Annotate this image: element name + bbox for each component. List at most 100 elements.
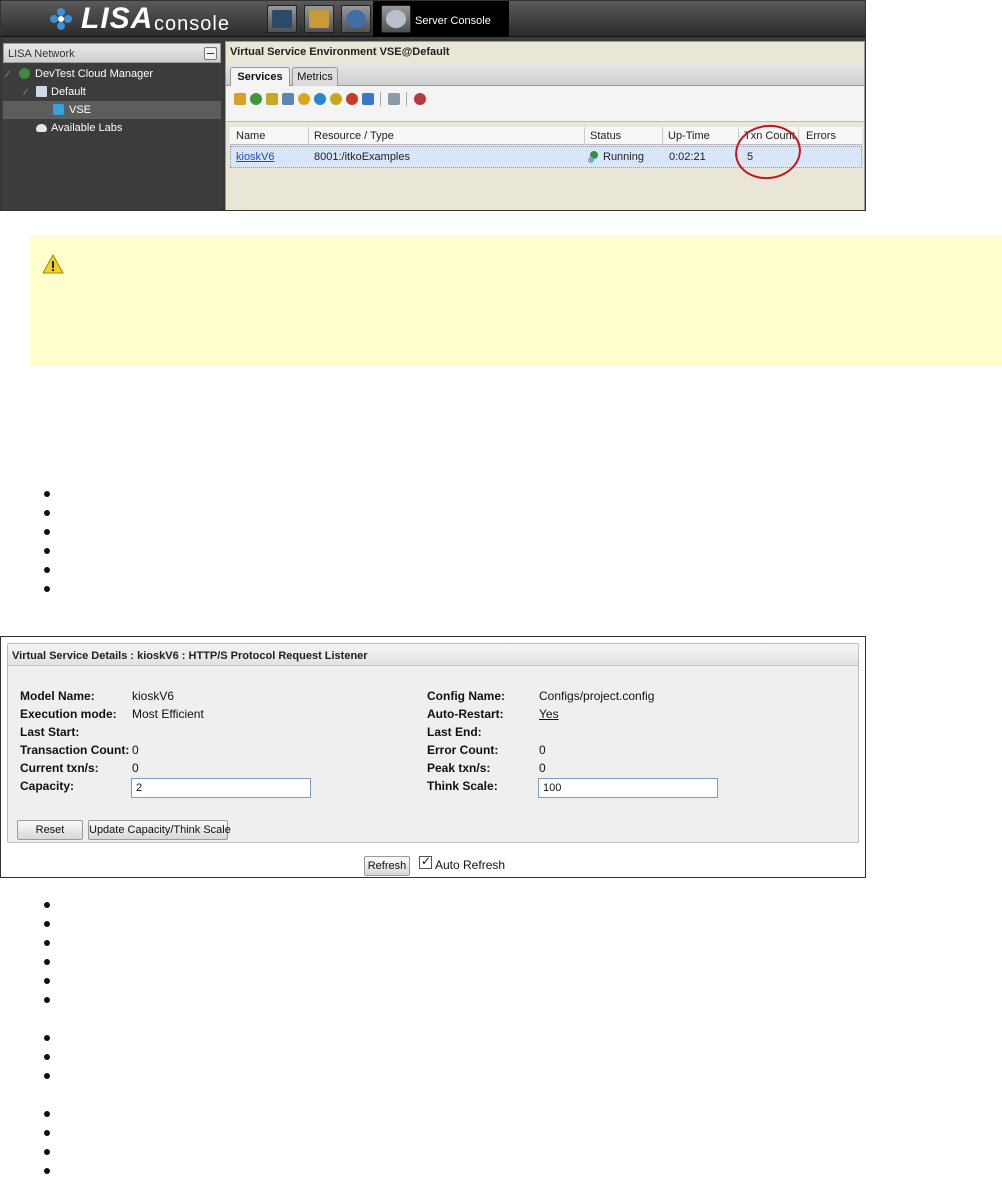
tree-expand-icon[interactable]: ∕	[7, 69, 9, 79]
lisa-console-screenshot: LISA console Server Console LISA Network…	[0, 0, 866, 211]
toolbar-hat-button[interactable]	[267, 5, 297, 33]
list-item-bullet	[44, 548, 50, 554]
lisa-logo-mark-icon	[50, 8, 72, 30]
virtual-service-details-panel: Virtual Service Details : kioskV6 : HTTP…	[7, 643, 859, 843]
toolbar-divider	[406, 92, 407, 106]
details-title: Virtual Service Details : kioskV6 : HTTP…	[12, 650, 368, 662]
stop-icon[interactable]	[330, 93, 342, 105]
auto-restart-label: Auto-Restart:	[427, 707, 504, 721]
peak-txn-label: Peak txn/s:	[427, 761, 491, 775]
lab-flask-icon	[36, 86, 47, 97]
service-resource: 8001:/itkoExamples	[314, 151, 410, 163]
config-name-label: Config Name:	[427, 689, 505, 703]
console-top-bar: LISA console Server Console	[1, 1, 865, 37]
inspect-icon[interactable]	[414, 93, 426, 105]
refresh-button[interactable]: Refresh	[364, 856, 410, 876]
details-title-bar: Virtual Service Details : kioskV6 : HTTP…	[8, 644, 858, 666]
service-status: Running	[603, 151, 644, 163]
tree-item-default[interactable]: ∕ Default	[3, 83, 221, 101]
list-item-bullet	[44, 997, 50, 1003]
warning-icon	[42, 254, 64, 274]
list-item-bullet	[44, 1168, 50, 1174]
collapse-icon[interactable]	[204, 47, 217, 60]
warning-note-box	[30, 235, 1002, 365]
tab-services[interactable]: Services	[230, 67, 290, 86]
current-txn-label: Current txn/s:	[20, 761, 99, 775]
vse-title: Virtual Service Environment VSE@Default	[230, 46, 450, 58]
vse-cube-icon	[53, 104, 64, 115]
transaction-count-value: 0	[132, 743, 139, 757]
list-item-bullet	[44, 940, 50, 946]
think-scale-label: Think Scale:	[427, 779, 498, 793]
list-item-bullet	[44, 959, 50, 965]
column-header[interactable]: Name	[236, 130, 265, 142]
settings-gear-icon[interactable]	[314, 93, 326, 105]
update-capacity-think-scale-button[interactable]: Update Capacity/Think Scale	[88, 820, 231, 840]
column-divider	[662, 127, 663, 145]
list-item-bullet	[44, 1073, 50, 1079]
list-item-bullet	[44, 978, 50, 984]
list-item-bullet	[44, 586, 50, 592]
auto-refresh-label: Auto Refresh	[435, 858, 506, 872]
hat-icon	[272, 10, 292, 28]
list-item-bullet	[44, 1054, 50, 1060]
column-divider	[584, 127, 585, 145]
tree-item-label: VSE	[69, 104, 92, 116]
info-icon[interactable]	[362, 93, 374, 105]
list-item-bullet	[44, 921, 50, 927]
transaction-count-label: Transaction Count:	[20, 743, 130, 757]
tab-bar: Services Metrics	[226, 64, 864, 86]
tab-server-console[interactable]: Server Console	[373, 1, 509, 37]
last-end-label: Last End:	[427, 725, 482, 739]
wrench-icon[interactable]	[388, 93, 400, 105]
deploy-icon[interactable]	[234, 93, 246, 105]
list-item-bullet	[44, 1035, 50, 1041]
remove-icon[interactable]	[346, 93, 358, 105]
column-header[interactable]: Up-Time	[668, 130, 710, 142]
capacity-input[interactable]	[131, 778, 311, 798]
logo-console-text: console	[154, 13, 230, 35]
column-header[interactable]: Status	[590, 130, 621, 142]
tree-expand-icon[interactable]: ∕	[25, 87, 27, 97]
list-item-bullet	[44, 510, 50, 516]
column-header[interactable]: Resource / Type	[314, 130, 394, 142]
service-uptime: 0:02:21	[669, 151, 706, 163]
execution-mode-label: Execution mode:	[20, 707, 117, 721]
tab-metrics[interactable]: Metrics	[292, 67, 338, 86]
think-scale-input[interactable]	[538, 778, 718, 798]
list-item-bullet	[44, 1130, 50, 1136]
cloud-manager-icon	[19, 68, 30, 79]
tree-item-vse[interactable]: VSE	[3, 101, 221, 119]
reports-chart-icon	[309, 10, 329, 28]
running-status-icon	[588, 151, 598, 163]
service-name-link[interactable]: kioskV6	[236, 151, 275, 163]
list-item-bullet	[44, 567, 50, 573]
error-count-value: 0	[539, 743, 546, 757]
column-divider	[308, 127, 309, 145]
restart-icon[interactable]	[298, 93, 310, 105]
tree-item-available-labs[interactable]: Available Labs	[3, 119, 221, 137]
list-item-bullet	[44, 529, 50, 535]
services-toolbar	[226, 86, 864, 122]
view-icon[interactable]	[282, 93, 294, 105]
list-item-bullet	[44, 491, 50, 497]
lisa-network-title: LISA Network	[8, 48, 75, 60]
peak-txn-value: 0	[539, 761, 546, 775]
tree-item-devtest-cloud-manager[interactable]: ∕ DevTest Cloud Manager	[3, 65, 221, 83]
toolbar-reports-button[interactable]	[304, 5, 334, 33]
logo-lisa-text: LISA	[81, 2, 154, 35]
model-name-label: Model Name:	[20, 689, 95, 703]
reset-button[interactable]: Reset	[17, 820, 83, 840]
export-icon[interactable]	[266, 93, 278, 105]
column-header[interactable]: Errors	[806, 130, 836, 142]
current-txn-value: 0	[132, 761, 139, 775]
auto-restart-value[interactable]: Yes	[539, 707, 559, 721]
execution-mode-value: Most Efficient	[132, 707, 204, 721]
toolbar-divider	[380, 92, 381, 106]
list-item-bullet	[44, 902, 50, 908]
start-icon[interactable]	[250, 93, 262, 105]
toolbar-clock-button[interactable]	[341, 5, 371, 33]
error-count-label: Error Count:	[427, 743, 499, 757]
capacity-label: Capacity:	[20, 779, 75, 793]
auto-refresh-checkbox[interactable]	[419, 854, 432, 869]
